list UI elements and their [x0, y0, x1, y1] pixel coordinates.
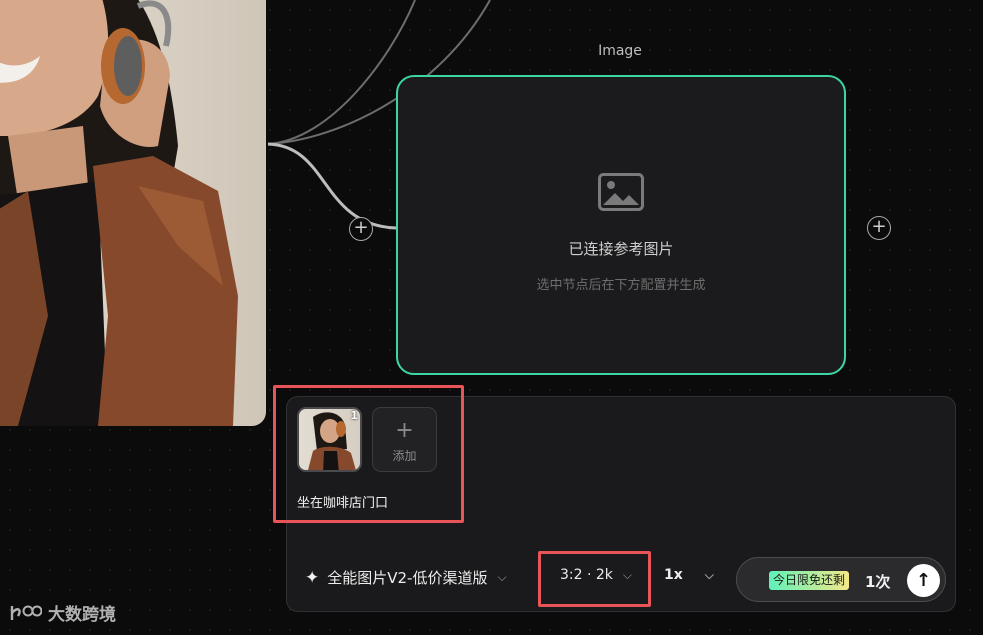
image-node-title: Image — [598, 43, 642, 59]
model-label: 全能图片V2-低价渠道版 — [327, 569, 488, 587]
output-port-plus-icon[interactable]: + — [867, 216, 891, 240]
input-port-plus-icon[interactable]: + — [349, 217, 373, 241]
count-label: 1x — [664, 567, 683, 583]
reference-highlight-frame — [273, 385, 464, 523]
generate-pill[interactable]: 今日限免还剩 1次 ↑ — [736, 557, 946, 602]
model-select[interactable]: ✦ 全能图片V2-低价渠道版 ⌵ — [305, 567, 507, 588]
arrow-up-icon[interactable]: ↑ — [907, 564, 940, 597]
image-node[interactable]: 已连接参考图片 选中节点后在下方配置并生成 — [396, 75, 846, 375]
remaining-count: 1次 — [865, 573, 891, 591]
brand-logo-icon — [10, 605, 42, 620]
source-photo-node[interactable] — [0, 0, 266, 426]
ratio-highlight-frame — [538, 551, 651, 607]
chevron-down-icon: ⌵ — [704, 567, 714, 582]
count-select[interactable]: 1x ⌵ — [664, 567, 714, 583]
free-today-badge: 今日限免还剩 — [769, 571, 850, 590]
placeholder-title: 已连接参考图片 — [568, 240, 674, 258]
image-placeholder-icon — [598, 173, 644, 211]
woman-headphones-photo — [0, 0, 238, 426]
placeholder-subtitle: 选中节点后在下方配置并生成 — [536, 278, 706, 293]
watermark-text: 大数跨境 — [48, 605, 116, 625]
watermark: 大数跨境 — [8, 600, 116, 625]
chevron-down-icon: ⌵ — [497, 570, 507, 584]
sparkle-icon: ✦ — [305, 567, 320, 588]
